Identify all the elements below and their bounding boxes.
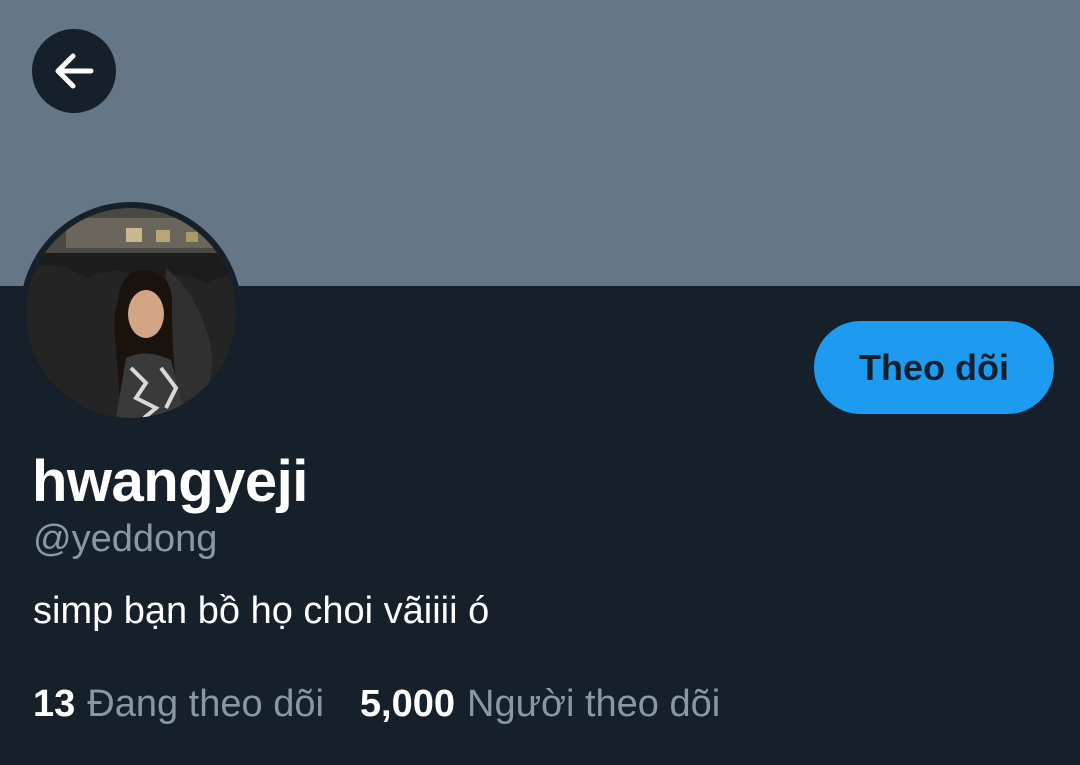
avatar-photo <box>26 208 236 418</box>
profile-page: Theo dõi hwangyeji @yeddong simp bạn bồ … <box>0 0 1080 765</box>
followers-label: Người theo dõi <box>467 683 721 725</box>
profile-bio: simp bạn bồ họ choi vãiiii ó <box>33 590 490 632</box>
following-stat[interactable]: 13 Đang theo dõi <box>33 683 324 726</box>
followers-count: 5,000 <box>359 683 456 725</box>
username-handle: @yeddong <box>33 518 218 560</box>
following-count: 13 <box>33 683 76 725</box>
following-label: Đang theo dõi <box>87 683 324 725</box>
follow-button[interactable]: Theo dõi <box>814 321 1054 414</box>
back-button[interactable] <box>32 29 116 113</box>
arrow-left-icon <box>55 53 94 89</box>
followers-stat[interactable]: 5,000 Người theo dõi <box>360 683 720 726</box>
profile-stats: 13 Đang theo dõi 5,000 Người theo dõi <box>33 683 720 726</box>
display-name: hwangyeji <box>32 449 308 514</box>
avatar[interactable] <box>20 202 242 424</box>
